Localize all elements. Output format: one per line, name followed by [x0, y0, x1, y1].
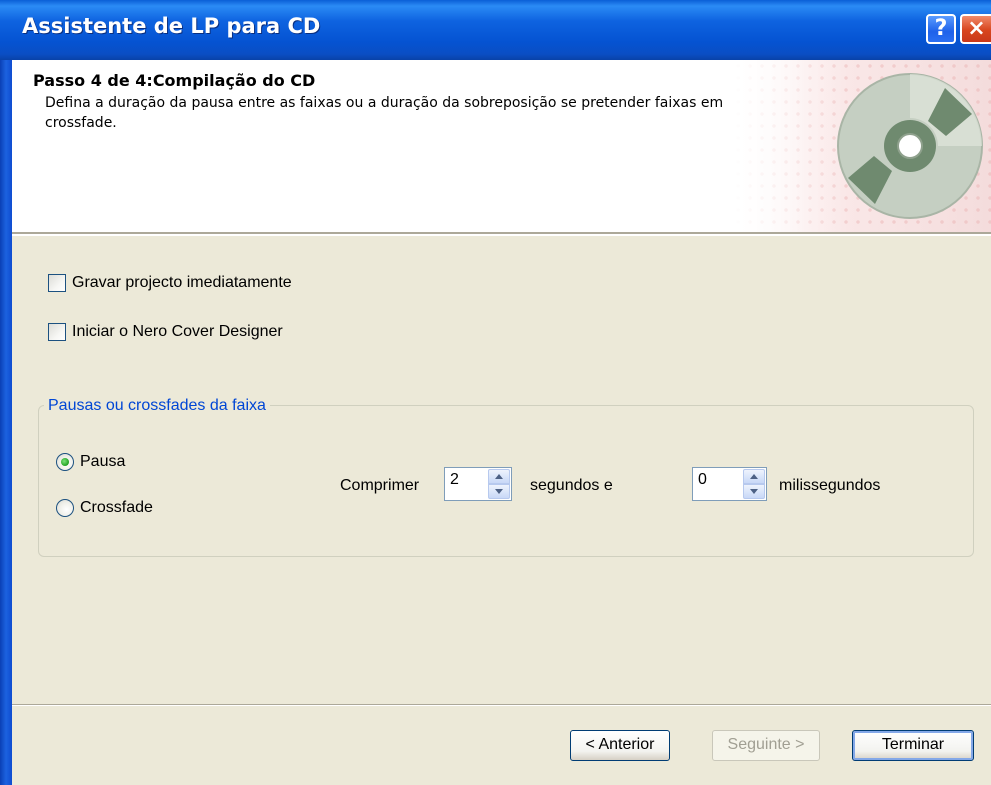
seconds-value[interactable]: 2 — [450, 471, 459, 489]
crossfade-option[interactable]: Crossfade — [56, 497, 153, 519]
back-button[interactable]: < Anterior — [570, 730, 670, 761]
cover-designer-label[interactable]: Iniciar o Nero Cover Designer — [72, 323, 283, 341]
cover-designer-option[interactable]: Iniciar o Nero Cover Designer — [48, 321, 283, 343]
crossfade-radio[interactable] — [56, 499, 74, 517]
burn-now-checkbox[interactable] — [48, 274, 66, 292]
milliseconds-down-arrow-icon[interactable] — [743, 484, 765, 499]
burn-now-option[interactable]: Gravar projecto imediatamente — [48, 272, 292, 294]
wizard-window: Assistente de LP para CD ? × Passo 4 de … — [0, 0, 991, 785]
seconds-down-arrow-icon[interactable] — [488, 484, 510, 499]
cover-designer-checkbox[interactable] — [48, 323, 66, 341]
wizard-header: Passo 4 de 4:Compilação do CD Defina a d… — [12, 60, 991, 232]
close-button[interactable]: × — [960, 14, 991, 44]
finish-button[interactable]: Terminar — [852, 730, 974, 761]
next-button[interactable]: Seguinte > — [712, 730, 820, 761]
milliseconds-spinner[interactable]: 0 — [692, 467, 767, 501]
window-border — [0, 60, 12, 785]
help-button[interactable]: ? — [926, 14, 956, 44]
cd-disc-icon — [837, 73, 983, 219]
length-label: Comprimer — [340, 477, 420, 494]
seconds-up-arrow-icon[interactable] — [488, 469, 510, 484]
pause-option[interactable]: Pausa — [56, 451, 125, 473]
milliseconds-up-arrow-icon[interactable] — [743, 469, 765, 484]
header-decoration — [732, 60, 991, 232]
step-description: Defina a duração da pausa entre as faixa… — [45, 95, 724, 131]
milliseconds-label: milissegundos — [779, 477, 881, 494]
track-gaps-legend: Pausas ou crossfades da faixa — [44, 397, 270, 415]
step-title: Passo 4 de 4:Compilação do CD — [33, 71, 316, 90]
seconds-label: segundos e — [530, 477, 613, 494]
milliseconds-spin-buttons[interactable] — [743, 469, 765, 499]
burn-now-label[interactable]: Gravar projecto imediatamente — [72, 274, 292, 292]
pause-label[interactable]: Pausa — [80, 453, 125, 471]
seconds-spinner[interactable]: 2 — [444, 467, 512, 501]
header-divider-highlight — [12, 234, 991, 236]
seconds-spin-buttons[interactable] — [488, 469, 510, 499]
window-title: Assistente de LP para CD — [22, 14, 321, 38]
title-bar[interactable]: Assistente de LP para CD ? × — [0, 0, 991, 60]
pause-radio[interactable] — [56, 453, 74, 471]
milliseconds-value[interactable]: 0 — [698, 471, 707, 489]
crossfade-label[interactable]: Crossfade — [80, 499, 153, 517]
footer-divider-highlight — [12, 705, 991, 706]
